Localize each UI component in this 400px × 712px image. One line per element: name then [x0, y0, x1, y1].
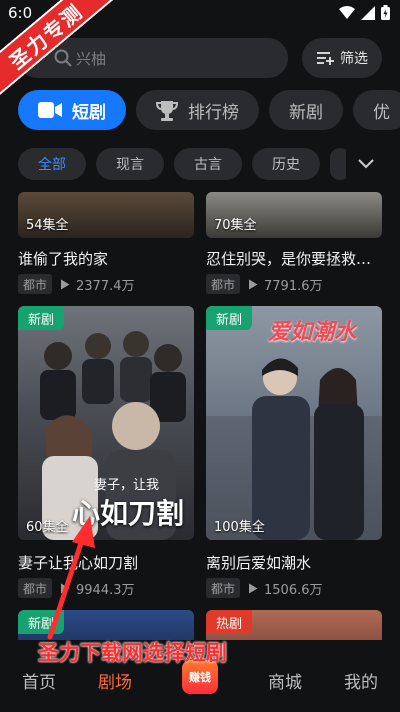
tab-label: 短剧: [72, 102, 106, 123]
video-camera-icon: [38, 102, 62, 118]
tab-short-drama[interactable]: 短剧: [18, 90, 126, 130]
drama-meta: 都市 2377.4万: [18, 274, 135, 294]
wifi-icon: [339, 5, 355, 19]
tab-label: 排行榜: [188, 102, 239, 123]
drama-poster: 70集全: [206, 192, 382, 238]
chevron-down-icon: [358, 159, 374, 169]
episode-count: 100集全: [214, 520, 265, 535]
episode-count: 54集全: [26, 218, 69, 233]
genre-chips: 全部 现言 古言 历史: [18, 148, 350, 180]
drama-title: 谁偷了我的家: [18, 250, 109, 268]
filter-icon: [317, 52, 334, 65]
drama-title: 忍住别哭，是你要拯救苍...: [206, 250, 382, 268]
tab-quality[interactable]: 优: [353, 90, 400, 130]
episode-count: 70集全: [214, 218, 257, 233]
annotation-arrow: [47, 516, 95, 640]
drama-meta: 都市 7791.6万: [206, 274, 323, 294]
new-badge: 新剧: [206, 306, 253, 330]
play-icon: [249, 583, 258, 593]
annotation-caption: 圣力下载网选择短剧: [38, 641, 227, 665]
drama-poster: 热剧: [206, 610, 382, 640]
expand-chips-button[interactable]: [346, 148, 386, 180]
tab-label: 优: [373, 102, 390, 123]
drama-card[interactable]: 54集全 谁偷了我的家 都市 2377.4万: [18, 192, 194, 294]
drama-poster: 妻子，让我 心如刀割 新剧 60集全: [18, 306, 194, 540]
trophy-icon: [156, 101, 178, 121]
drama-card[interactable]: 爱如潮水 新剧 100集全 离别后爱如潮水 都市 1506.6万: [206, 306, 382, 606]
search-icon: [54, 49, 72, 67]
genre-tag: 都市: [206, 274, 241, 294]
chip-history[interactable]: 历史: [252, 148, 320, 180]
poster-subtitle: 妻子，让我: [94, 478, 160, 493]
drama-meta: 都市 1506.6万: [206, 578, 323, 598]
tab-new-drama[interactable]: 新剧: [269, 90, 343, 130]
nav-home[interactable]: 首页: [22, 668, 56, 693]
drama-poster: 54集全: [18, 192, 194, 238]
play-count-value: 2377.4万: [76, 278, 135, 294]
status-time: 6:0: [8, 4, 33, 22]
status-icons: [339, 5, 390, 20]
drama-poster: 爱如潮水 新剧 100集全: [206, 306, 382, 540]
filter-label: 筛选: [340, 51, 368, 67]
new-badge: 新剧: [18, 306, 65, 330]
battery-icon: [381, 5, 390, 20]
play-count-value: 1506.6万: [264, 582, 323, 598]
genre-tag: 都市: [206, 578, 241, 598]
play-count: 2377.4万: [60, 275, 135, 294]
tab-ranking[interactable]: 排行榜: [136, 90, 259, 130]
hot-badge: 热剧: [206, 610, 253, 634]
signal-icon: [361, 5, 375, 20]
poster-title: 爱如潮水: [268, 319, 357, 345]
chip-modern-romance[interactable]: 现言: [96, 148, 164, 180]
play-count: 7791.6万: [248, 275, 323, 294]
search-placeholder: 兴柚: [76, 50, 107, 68]
category-tabs: 短剧 排行榜 新剧 优: [18, 90, 400, 130]
chip-ancient-romance[interactable]: 古言: [174, 148, 242, 180]
drama-card[interactable]: 70集全 忍住别哭，是你要拯救苍... 都市 7791.6万: [206, 192, 382, 294]
play-count-value: 7791.6万: [264, 278, 323, 294]
filter-button[interactable]: 筛选: [302, 38, 382, 78]
tab-label: 新剧: [289, 102, 323, 123]
drama-card[interactable]: 热剧: [206, 610, 382, 640]
nav-mine[interactable]: 我的: [344, 668, 378, 693]
play-icon: [61, 279, 70, 289]
play-count: 1506.6万: [248, 579, 323, 598]
nav-theater[interactable]: 剧场: [98, 668, 132, 693]
play-icon: [249, 279, 258, 289]
nav-mall[interactable]: 商城: [268, 668, 302, 693]
genre-tag: 都市: [18, 274, 53, 294]
drama-title: 离别后爱如潮水: [206, 554, 312, 572]
chip-all[interactable]: 全部: [18, 148, 86, 180]
